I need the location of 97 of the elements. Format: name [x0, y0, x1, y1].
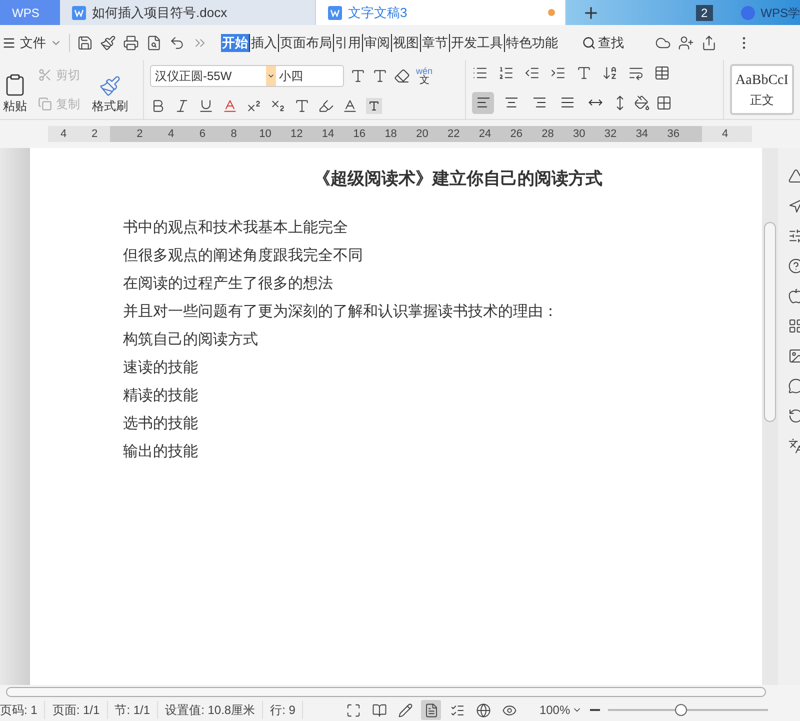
status-item[interactable]: 节: 1/1	[108, 701, 158, 719]
ruler-number: 18	[384, 126, 398, 142]
shading-icon[interactable]	[634, 94, 650, 111]
ribbon-tab[interactable]: 视图	[392, 34, 421, 52]
ruler-number: 2	[90, 126, 99, 142]
italic-icon[interactable]	[174, 98, 190, 114]
fruit-icon[interactable]	[788, 288, 800, 304]
paragraph: 但很多观点的阐述角度跟我完全不同	[122, 246, 364, 266]
ruler-number: 34	[634, 126, 650, 142]
paragraph: 构筑自己的阅读方式	[122, 330, 259, 350]
sort-icon[interactable]	[602, 65, 618, 82]
table-icon[interactable]	[654, 65, 670, 82]
search-button[interactable]: 查找	[582, 32, 624, 52]
align-left-icon[interactable]	[472, 92, 494, 114]
help-icon[interactable]	[788, 258, 800, 274]
status-item[interactable]: 页码: 1	[0, 701, 46, 719]
ribbon-tab[interactable]: 章节	[421, 34, 450, 52]
ribbon-tab[interactable]: 页面布局	[279, 34, 334, 52]
ruler-number: 24	[478, 126, 492, 142]
phonetic-guide-button[interactable]: wén 文	[416, 67, 433, 86]
paste-button[interactable]: 粘贴	[0, 60, 30, 119]
status-item[interactable]: 行: 9	[263, 701, 304, 719]
zoom-dropdown[interactable]: 100%	[539, 701, 582, 719]
ruler-number: 4	[167, 126, 176, 142]
ruler-number: 4	[722, 126, 728, 142]
pointer-icon[interactable]	[788, 198, 800, 214]
ruler-number: 20	[415, 126, 430, 142]
menu-icon	[2, 36, 16, 50]
font-color-icon[interactable]	[342, 98, 358, 114]
document-tab[interactable]: 文字文稿3	[316, 0, 566, 25]
share-icon[interactable]	[701, 34, 717, 50]
comment-icon[interactable]	[788, 378, 800, 394]
zoom-slider-thumb[interactable]	[674, 704, 687, 716]
translate-icon[interactable]	[788, 438, 800, 454]
ribbon-tab[interactable]: 开发工具	[450, 34, 505, 52]
page-view-icon[interactable]	[421, 700, 442, 720]
underline-icon[interactable]	[198, 98, 214, 114]
save-icon[interactable]	[77, 34, 93, 50]
ruler-number: 26	[509, 126, 524, 142]
ruler-number: 30	[572, 126, 586, 142]
history-icon[interactable]	[788, 408, 800, 424]
eraser-icon[interactable]	[394, 68, 410, 84]
ruler-number: 10	[258, 126, 272, 142]
numbered-list-icon[interactable]	[498, 65, 514, 82]
ruler-number: 6	[198, 126, 207, 142]
borders-icon[interactable]	[656, 94, 672, 111]
ribbon-tab[interactable]: 插入	[250, 34, 279, 52]
zoom-slider[interactable]	[608, 703, 768, 717]
add-user-icon[interactable]	[678, 34, 694, 50]
paragraph: 并且对一些问题有了更为深刻的了解和认识掌握读书技术的理由：	[122, 302, 559, 322]
horizontal-scrollbar-thumb[interactable]	[6, 687, 766, 697]
highlight-icon[interactable]	[318, 98, 334, 114]
ruler-number: 28	[540, 126, 555, 142]
char-shading-icon[interactable]	[366, 98, 382, 114]
ruler-number: 16	[352, 126, 367, 142]
status-item[interactable]: 设置值: 10.8厘米	[158, 701, 264, 719]
format-painter-button[interactable]: 格式刷	[92, 60, 128, 119]
word-doc-icon	[330, 8, 340, 16]
paragraph: 精读的技能	[122, 386, 199, 406]
ruler-number: 36	[666, 126, 680, 142]
ribbon-tab[interactable]: 审阅	[363, 34, 392, 52]
grid-icon[interactable]	[788, 318, 800, 334]
paragraph: 选书的技能	[122, 414, 199, 434]
ruler-number: 32	[603, 126, 618, 142]
wrap-icon[interactable]	[628, 65, 644, 82]
document-title: 《超级阅读术》建立你自己的阅读方式	[312, 168, 604, 190]
window-count-badge[interactable]: 2	[696, 4, 713, 20]
brush-icon	[99, 75, 121, 97]
paragraph: 输出的技能	[122, 442, 199, 462]
ruler-number: 2	[136, 126, 144, 142]
ribbon-tab[interactable]: 开始	[221, 34, 250, 52]
ruler-number: 14	[320, 126, 336, 142]
style-preview[interactable]: AaBbCcI 正文	[730, 64, 794, 115]
ruler-number: 22	[446, 126, 461, 142]
ruler-number: 12	[290, 126, 304, 142]
paragraph: 在阅读的过程产生了很多的想法	[122, 274, 334, 294]
strikethrough-icon[interactable]	[222, 98, 238, 114]
paragraph: 书中的观点和技术我基本上能完全	[122, 218, 349, 238]
scissors-icon	[38, 68, 52, 82]
sliders-icon[interactable]	[788, 228, 800, 244]
scrollbar-thumb[interactable]	[764, 222, 776, 422]
ruler-number: 8	[230, 126, 238, 142]
shape-icon[interactable]	[788, 168, 800, 184]
copy-icon	[38, 97, 52, 112]
paragraph: 速读的技能	[122, 358, 199, 378]
status-item[interactable]: 页面: 1/1	[45, 701, 108, 719]
ruler-number: 4	[59, 126, 68, 142]
undo-icon[interactable]	[169, 34, 185, 50]
print-icon[interactable]	[123, 34, 139, 50]
image-icon[interactable]	[788, 348, 800, 364]
file-menu[interactable]: 文件	[2, 32, 62, 52]
ribbon-tab[interactable]: 特色功能	[505, 34, 559, 52]
word-doc-icon	[74, 8, 84, 16]
preview-icon[interactable]	[146, 34, 162, 50]
brush-icon[interactable]	[100, 34, 116, 50]
ribbon-tab[interactable]: 引用	[334, 34, 363, 52]
search-icon	[582, 36, 596, 50]
